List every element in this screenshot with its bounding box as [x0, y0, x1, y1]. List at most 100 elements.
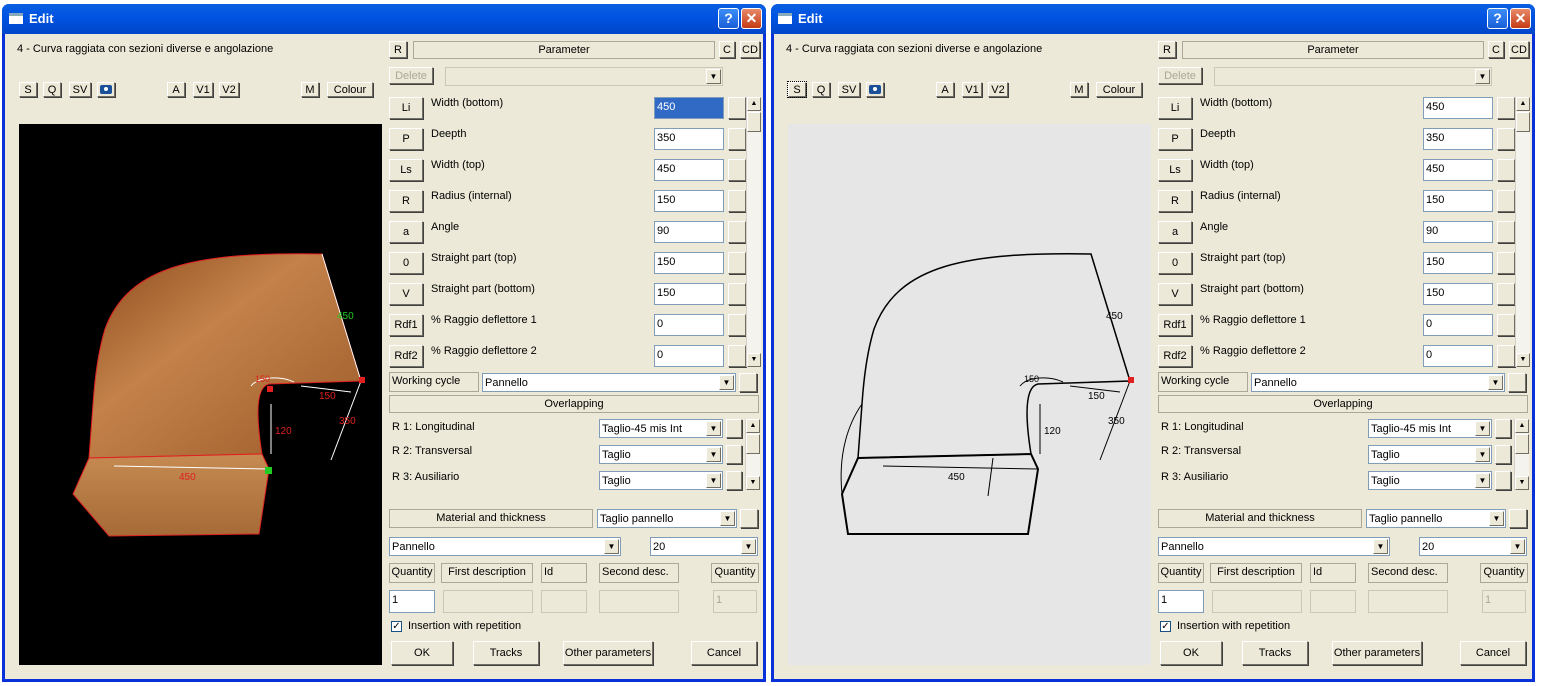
- insertion-checkbox[interactable]: ✓: [1160, 621, 1171, 632]
- tracks-button[interactable]: Tracks: [1242, 641, 1308, 665]
- param-extra-button[interactable]: [1497, 314, 1515, 336]
- param-input[interactable]: 0: [654, 345, 724, 367]
- param-input[interactable]: 450: [654, 97, 724, 119]
- param-input[interactable]: 150: [1423, 190, 1493, 212]
- param-code-button[interactable]: Li: [389, 97, 423, 119]
- param-code-button[interactable]: Rdf2: [389, 345, 423, 367]
- scroll-up-icon[interactable]: ▲: [747, 97, 761, 111]
- r-button[interactable]: R: [389, 41, 407, 58]
- param-extra-button[interactable]: [1497, 159, 1515, 181]
- param-extra-button[interactable]: [728, 283, 746, 305]
- param-input[interactable]: 450: [1423, 159, 1493, 181]
- param-code-button[interactable]: a: [1158, 221, 1192, 243]
- view-q-button[interactable]: Q: [812, 82, 830, 97]
- r-button[interactable]: R: [1158, 41, 1176, 58]
- id-input[interactable]: [541, 590, 587, 613]
- param-code-button[interactable]: Ls: [389, 159, 423, 181]
- param-input[interactable]: 350: [1423, 128, 1493, 150]
- overlap-scrollbar[interactable]: ▲ ▼: [745, 419, 760, 490]
- scroll-up-icon[interactable]: ▲: [746, 419, 760, 433]
- param-code-button[interactable]: R: [1158, 190, 1192, 212]
- quantity-input[interactable]: 1: [389, 590, 435, 613]
- param-code-button[interactable]: Rdf1: [389, 314, 423, 336]
- quantity2-input[interactable]: 1: [713, 590, 757, 613]
- c-button[interactable]: C: [719, 41, 735, 58]
- param-input[interactable]: 150: [1423, 252, 1493, 274]
- overlap-select[interactable]: Taglio ▼: [599, 445, 723, 464]
- param-extra-button[interactable]: [728, 221, 746, 243]
- material-select[interactable]: Pannello ▼: [1158, 537, 1390, 556]
- second-desc-input[interactable]: [599, 590, 679, 613]
- params-scrollbar[interactable]: ▲ ▼: [746, 97, 761, 367]
- params-scrollbar[interactable]: ▲ ▼: [1515, 97, 1530, 367]
- scroll-down-icon[interactable]: ▼: [1515, 476, 1529, 490]
- overlap-extra-button[interactable]: [726, 419, 742, 438]
- material-type-select[interactable]: Taglio pannello ▼: [1366, 509, 1506, 528]
- scroll-up-icon[interactable]: ▲: [1515, 419, 1529, 433]
- delete-select[interactable]: ▼: [445, 67, 723, 86]
- param-input[interactable]: 90: [654, 221, 724, 243]
- param-extra-button[interactable]: [728, 159, 746, 181]
- angle-a-button[interactable]: A: [167, 82, 185, 97]
- overlap-extra-button[interactable]: [1495, 471, 1511, 490]
- camera-button[interactable]: [97, 82, 115, 97]
- overlap-select[interactable]: Taglio ▼: [599, 471, 723, 490]
- param-code-button[interactable]: V: [1158, 283, 1192, 305]
- scroll-up-icon[interactable]: ▲: [1516, 97, 1530, 111]
- view-sv-button[interactable]: SV: [69, 82, 91, 97]
- material-extra-button[interactable]: [1509, 509, 1527, 528]
- param-input[interactable]: 450: [654, 159, 724, 181]
- param-input[interactable]: 350: [654, 128, 724, 150]
- param-extra-button[interactable]: [728, 252, 746, 274]
- param-input[interactable]: 0: [1423, 345, 1493, 367]
- param-code-button[interactable]: Ls: [1158, 159, 1192, 181]
- param-input[interactable]: 0: [1423, 314, 1493, 336]
- scroll-down-icon[interactable]: ▼: [746, 476, 760, 490]
- param-code-button[interactable]: V: [389, 283, 423, 305]
- param-input[interactable]: 0: [654, 314, 724, 336]
- param-input[interactable]: 90: [1423, 221, 1493, 243]
- first-description-input[interactable]: [443, 590, 533, 613]
- delete-button[interactable]: Delete: [1158, 67, 1202, 84]
- param-code-button[interactable]: 0: [389, 252, 423, 274]
- m-button[interactable]: M: [1070, 82, 1088, 97]
- param-input[interactable]: 150: [654, 190, 724, 212]
- param-code-button[interactable]: 0: [1158, 252, 1192, 274]
- param-extra-button[interactable]: [728, 345, 746, 367]
- angle-v1-button[interactable]: V1: [193, 82, 213, 97]
- overlap-extra-button[interactable]: [1495, 419, 1511, 438]
- second-desc-input[interactable]: [1368, 590, 1448, 613]
- thickness-select[interactable]: 20 ▼: [650, 537, 758, 556]
- quantity-input[interactable]: 1: [1158, 590, 1204, 613]
- cd-button[interactable]: CD: [740, 41, 760, 58]
- colour-button[interactable]: Colour: [1096, 82, 1142, 97]
- view-s-button[interactable]: S: [19, 82, 37, 97]
- scroll-down-icon[interactable]: ▼: [747, 353, 761, 367]
- param-extra-button[interactable]: [1497, 97, 1515, 119]
- id-input[interactable]: [1310, 590, 1356, 613]
- angle-v2-button[interactable]: V2: [988, 82, 1008, 97]
- other-parameters-button[interactable]: Other parameters: [1332, 641, 1422, 665]
- param-code-button[interactable]: Rdf1: [1158, 314, 1192, 336]
- overlap-select[interactable]: Taglio ▼: [1368, 445, 1492, 464]
- scroll-thumb[interactable]: [1515, 434, 1529, 454]
- param-extra-button[interactable]: [728, 97, 746, 119]
- param-extra-button[interactable]: [728, 128, 746, 150]
- close-button[interactable]: ✕: [1510, 8, 1531, 29]
- 3d-viewport[interactable]: 450 150 120 350 450 150: [19, 124, 382, 665]
- overlap-scrollbar[interactable]: ▲ ▼: [1514, 419, 1529, 490]
- quantity2-input[interactable]: 1: [1482, 590, 1526, 613]
- working-cycle-select[interactable]: Pannello ▼: [1251, 373, 1505, 392]
- c-button[interactable]: C: [1488, 41, 1504, 58]
- delete-select[interactable]: ▼: [1214, 67, 1492, 86]
- param-input[interactable]: 150: [1423, 283, 1493, 305]
- view-q-button[interactable]: Q: [43, 82, 61, 97]
- scroll-down-icon[interactable]: ▼: [1516, 353, 1530, 367]
- param-input[interactable]: 150: [654, 283, 724, 305]
- title-bar[interactable]: Edit ? ✕: [2, 4, 766, 34]
- overlap-select[interactable]: Taglio-45 mis Int ▼: [599, 419, 723, 438]
- param-extra-button[interactable]: [1497, 252, 1515, 274]
- colour-button[interactable]: Colour: [327, 82, 373, 97]
- cd-button[interactable]: CD: [1509, 41, 1529, 58]
- cancel-button[interactable]: Cancel: [691, 641, 757, 665]
